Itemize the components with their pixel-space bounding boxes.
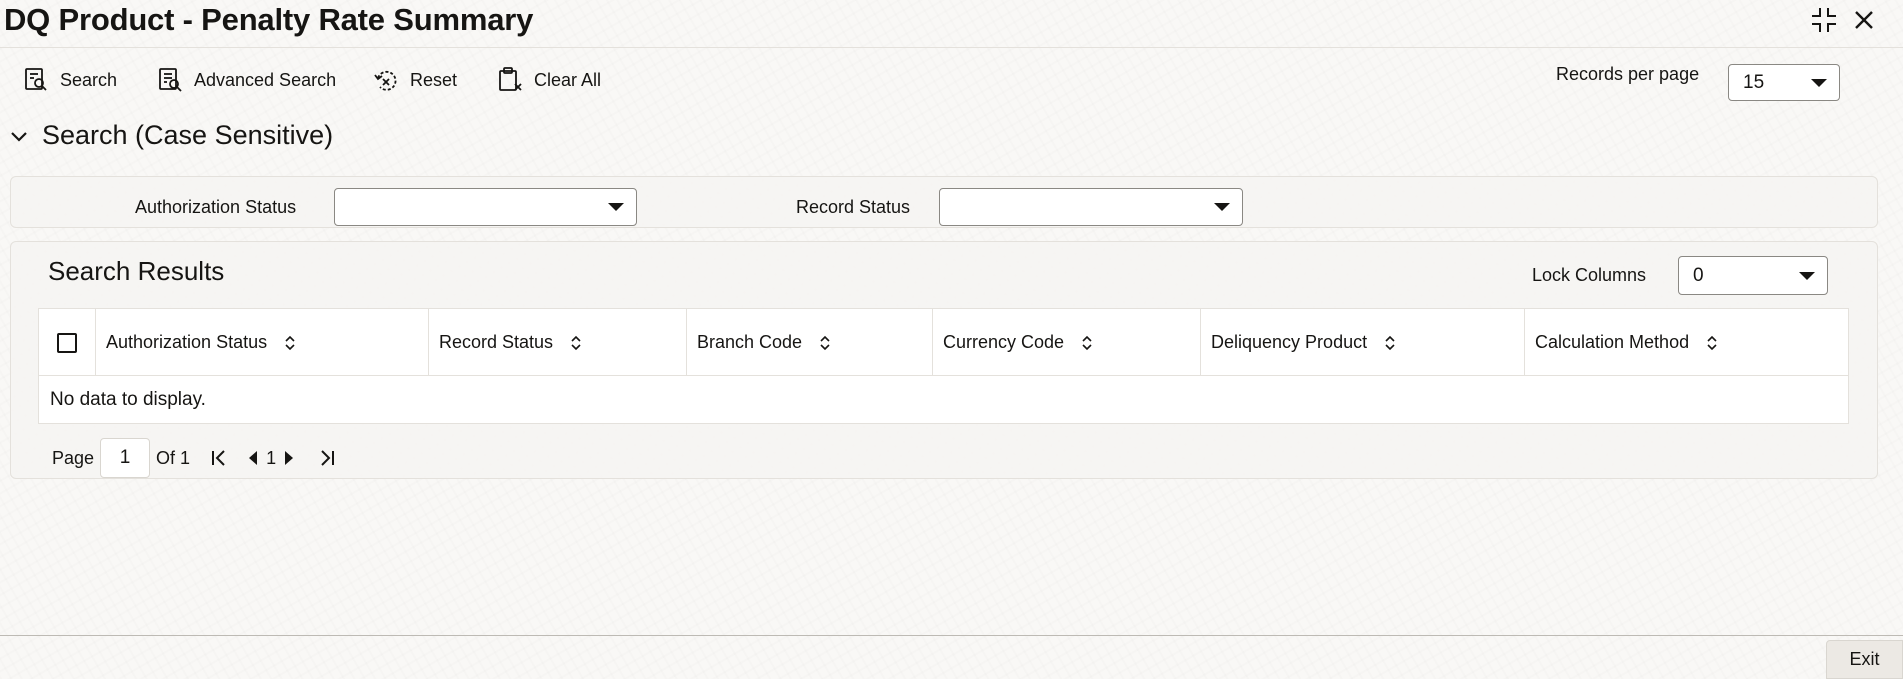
column-header-label: Branch Code bbox=[697, 332, 803, 352]
results-table: Authorization Status Record Status Branc… bbox=[38, 308, 1849, 424]
lock-columns-label: Lock Columns bbox=[1532, 265, 1647, 285]
authorization-status-select[interactable] bbox=[334, 188, 637, 226]
minimize-icon[interactable] bbox=[1808, 4, 1840, 36]
chevron-down-icon bbox=[11, 131, 27, 142]
search-icon bbox=[25, 68, 47, 91]
last-page-icon[interactable] bbox=[316, 443, 338, 473]
column-header-label: Deliquency Product bbox=[1211, 332, 1368, 352]
chevron-down-icon bbox=[1811, 78, 1827, 87]
prev-page-icon[interactable] bbox=[242, 443, 264, 473]
column-header-record-status[interactable]: Record Status bbox=[429, 309, 687, 376]
column-header-label: Calculation Method bbox=[1535, 332, 1690, 352]
column-header-label: Record Status bbox=[439, 332, 554, 352]
lock-columns-select[interactable]: 0 bbox=[1678, 256, 1828, 295]
search-section-toggle[interactable]: Search (Case Sensitive) bbox=[8, 120, 333, 151]
select-all-cell bbox=[39, 309, 96, 376]
reset-button[interactable]: Reset bbox=[372, 63, 457, 97]
title-bar: DQ Product - Penalty Rate Summary bbox=[0, 0, 1903, 48]
records-per-page-label: Records per page bbox=[1556, 64, 1700, 84]
column-header-branch-code[interactable]: Branch Code bbox=[687, 309, 933, 376]
clear-all-button[interactable]: Clear All bbox=[496, 63, 601, 97]
advanced-search-button[interactable]: Advanced Search bbox=[156, 63, 336, 97]
sort-icon bbox=[1707, 335, 1717, 350]
pagination: Page 1 Of 1 1 bbox=[52, 438, 338, 478]
search-button[interactable]: Search bbox=[22, 63, 117, 97]
search-results-title: Search Results bbox=[48, 256, 225, 286]
advanced-search-label: Advanced Search bbox=[194, 69, 337, 90]
sort-icon bbox=[1082, 335, 1092, 350]
exit-button[interactable]: Exit bbox=[1826, 640, 1903, 679]
footer-divider bbox=[0, 635, 1903, 636]
sort-icon bbox=[820, 335, 830, 350]
chevron-down-icon bbox=[608, 203, 624, 211]
reset-label: Reset bbox=[410, 69, 458, 90]
page-number-input[interactable]: 1 bbox=[100, 438, 151, 478]
records-per-page-select[interactable]: 15 bbox=[1728, 64, 1840, 101]
table-header: Authorization Status Record Status Branc… bbox=[39, 309, 1848, 376]
sort-icon bbox=[1385, 335, 1395, 350]
page-title: DQ Product - Penalty Rate Summary bbox=[4, 2, 534, 37]
page-label: Page bbox=[52, 447, 95, 468]
next-page-icon[interactable] bbox=[278, 443, 300, 473]
sort-icon bbox=[571, 335, 581, 350]
clear-all-label: Clear All bbox=[534, 69, 602, 90]
column-header-label: Currency Code bbox=[943, 332, 1065, 352]
search-label: Search bbox=[60, 69, 118, 90]
clear-all-icon bbox=[499, 67, 522, 91]
sort-icon bbox=[285, 335, 295, 350]
select-all-checkbox[interactable] bbox=[57, 332, 77, 353]
record-status-select[interactable] bbox=[939, 188, 1243, 226]
chevron-down-icon bbox=[1799, 271, 1815, 280]
reset-icon bbox=[374, 70, 397, 91]
advanced-search-icon bbox=[159, 68, 182, 92]
current-page-number: 1 bbox=[266, 447, 277, 468]
search-section-title: Search (Case Sensitive) bbox=[42, 120, 334, 150]
column-header-calculation-method[interactable]: Calculation Method bbox=[1525, 309, 1848, 376]
page-of-label: Of 1 bbox=[156, 447, 191, 468]
close-icon[interactable] bbox=[1848, 4, 1880, 36]
authorization-status-label: Authorization Status bbox=[135, 197, 297, 217]
records-per-page-value: 15 bbox=[1743, 71, 1765, 93]
column-header-currency-code[interactable]: Currency Code bbox=[933, 309, 1201, 376]
first-page-icon[interactable] bbox=[208, 443, 230, 473]
column-header-label: Authorization Status bbox=[106, 332, 268, 352]
empty-table-message: No data to display. bbox=[50, 389, 206, 410]
chevron-down-icon bbox=[1214, 203, 1230, 211]
lock-columns-value: 0 bbox=[1693, 264, 1704, 286]
column-header-authorization-status[interactable]: Authorization Status bbox=[96, 309, 429, 376]
column-header-deliquency-product[interactable]: Deliquency Product bbox=[1201, 309, 1525, 376]
record-status-label: Record Status bbox=[796, 197, 911, 217]
